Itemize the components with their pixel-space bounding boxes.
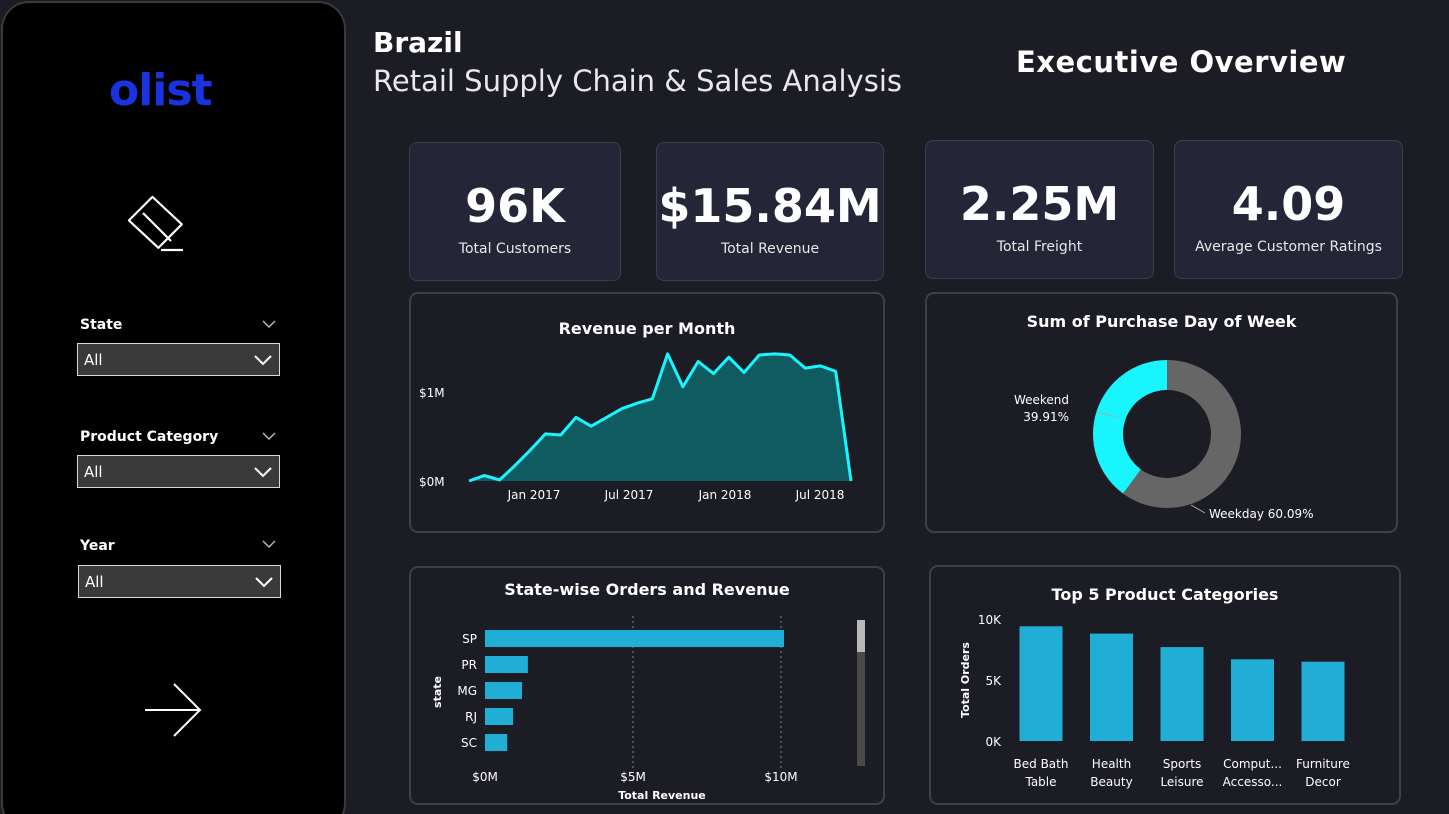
- product-category-dropdown-value: All: [84, 463, 103, 481]
- product-category-dropdown[interactable]: All: [77, 455, 280, 488]
- x-tick-label: Jul 2018: [795, 488, 845, 502]
- chevron-down-icon[interactable]: [261, 319, 277, 329]
- y-tick-label: $1M: [419, 386, 445, 400]
- bar-pr[interactable]: [485, 656, 528, 673]
- chevron-down-icon[interactable]: [261, 539, 277, 549]
- category-label: MG: [457, 684, 477, 698]
- kpi-value: $15.84M: [658, 179, 882, 233]
- kpi-card-total-revenue: $15.84M Total Revenue: [656, 142, 884, 281]
- category-label: PR: [461, 658, 477, 672]
- x-tick-label: Jan 2017: [507, 488, 561, 502]
- x-tick-label: Jul 2017: [604, 488, 654, 502]
- product-category-filter-label: Product Category: [80, 429, 219, 445]
- x-tick-label: $5M: [620, 770, 646, 784]
- top-categories-panel: Top 5 Product Categories 10K 5K 0K Total…: [929, 565, 1401, 805]
- category-label: Leisure: [1160, 775, 1203, 789]
- y-tick-label: 10K: [978, 613, 1002, 627]
- kpi-label: Average Customer Ratings: [1195, 239, 1382, 255]
- category-label: Decor: [1305, 775, 1341, 789]
- x-tick-label: $0M: [472, 770, 498, 784]
- category-label: SP: [462, 632, 477, 646]
- category-bar[interactable]: [1160, 647, 1204, 741]
- kpi-value: 96K: [465, 179, 565, 233]
- page-title: Executive Overview: [1016, 45, 1347, 79]
- category-label: Accesso...: [1223, 775, 1283, 789]
- bar-rj[interactable]: [485, 708, 514, 725]
- kpi-label: Total Freight: [996, 239, 1083, 255]
- y-tick-label: 0K: [985, 735, 1002, 749]
- x-tick-label: $10M: [764, 770, 797, 784]
- category-label: Health: [1092, 757, 1131, 771]
- kpi-card-average-ratings: 4.09 Average Customer Ratings: [1174, 140, 1403, 279]
- kpi-label: Total Revenue: [720, 241, 820, 257]
- state-filter-label: State: [80, 317, 123, 333]
- category-label: Beauty: [1090, 775, 1132, 789]
- state-dropdown-value: All: [84, 351, 103, 369]
- category-label: Furniture: [1296, 757, 1350, 771]
- category-label: RJ: [465, 710, 477, 724]
- category-label: Comput...: [1223, 757, 1282, 771]
- chevron-down-icon: [254, 467, 272, 478]
- y-tick-label: 5K: [985, 674, 1002, 688]
- x-tick-label: Jan 2018: [698, 488, 752, 502]
- chevron-down-icon: [254, 355, 272, 366]
- leader-line: [1190, 504, 1206, 514]
- report-subtitle: Retail Supply Chain & Sales Analysis: [373, 64, 902, 98]
- slice-label-weekend: Weekend: [1014, 393, 1069, 407]
- kpi-card-total-freight: 2.25M Total Freight: [925, 140, 1154, 279]
- kpi-label: Total Customers: [458, 241, 572, 257]
- x-axis-title: Total Revenue: [618, 789, 706, 802]
- revenue-area-chart[interactable]: $1M $0M Jan 2017 Jul 2017 Jan 2018 Jul 2…: [411, 294, 883, 531]
- top-categories-bar-chart[interactable]: 10K 5K 0K Total Orders Bed Bath Table Heal…: [931, 567, 1399, 803]
- purchase-day-panel: Sum of Purchase Day of Week Weekend 39.9…: [925, 292, 1398, 533]
- year-filter-label: Year: [80, 538, 115, 554]
- kpi-value: 4.09: [1231, 177, 1346, 231]
- y-axis-title: state: [431, 676, 444, 708]
- olist-logo: olist: [109, 65, 213, 116]
- year-dropdown-value: All: [85, 573, 104, 591]
- category-bar[interactable]: [1019, 626, 1063, 741]
- arrow-right-icon[interactable]: [143, 681, 203, 739]
- purchase-day-donut[interactable]: Weekend 39.91% Weekday 60.09%: [927, 294, 1396, 531]
- category-label: Table: [1024, 775, 1056, 789]
- donut-slice-weekend: [1093, 360, 1167, 494]
- bar-sp[interactable]: [485, 630, 784, 647]
- slice-value-weekend: 39.91%: [1023, 410, 1069, 424]
- scrollbar-thumb[interactable]: [857, 620, 865, 652]
- category-label: SC: [461, 736, 477, 750]
- bar-mg[interactable]: [485, 682, 522, 699]
- country-title: Brazil: [373, 26, 463, 59]
- chevron-down-icon[interactable]: [261, 431, 277, 441]
- category-bar[interactable]: [1231, 659, 1274, 741]
- y-tick-label: $0M: [419, 475, 445, 489]
- kpi-card-total-customers: 96K Total Customers: [409, 142, 621, 281]
- state-wise-panel: State-wise Orders and Revenue SP PR MG RJ SC…: [409, 566, 885, 805]
- kpi-value: 2.25M: [959, 177, 1120, 231]
- category-label: Sports: [1163, 757, 1201, 771]
- eraser-icon[interactable]: [127, 193, 189, 255]
- chevron-down-icon: [255, 577, 273, 588]
- category-bar[interactable]: [1301, 661, 1345, 741]
- y-axis-title: Total Orders: [959, 642, 972, 718]
- category-bar[interactable]: [1090, 633, 1133, 741]
- sidebar: olist State All Product Category All Yea…: [1, 1, 346, 814]
- state-dropdown[interactable]: All: [77, 343, 280, 376]
- year-dropdown[interactable]: All: [78, 565, 281, 598]
- category-label: Bed Bath: [1014, 757, 1069, 771]
- slice-label-weekday: Weekday 60.09%: [1209, 507, 1314, 521]
- revenue-per-month-panel: Revenue per Month $1M $0M Jan 2017 Jul 2…: [409, 292, 885, 533]
- bar-sc[interactable]: [485, 734, 508, 751]
- state-revenue-bar-chart[interactable]: SP PR MG RJ SC state $0M $5M $10M Total Reve…: [411, 568, 883, 803]
